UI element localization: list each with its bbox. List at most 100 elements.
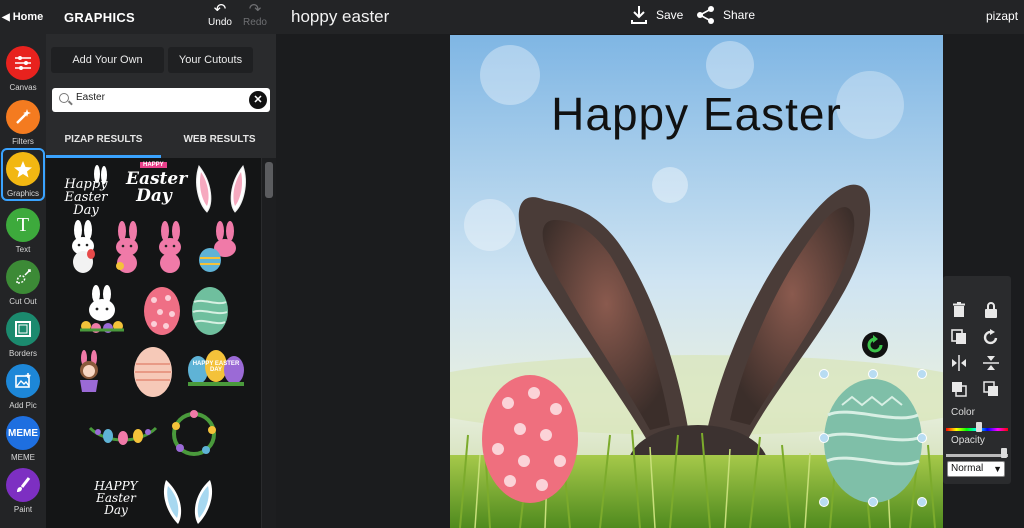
rail-item-filters[interactable]: Filters bbox=[2, 96, 44, 149]
blend-mode-select[interactable]: Normal ▼ bbox=[947, 461, 1005, 477]
download-icon bbox=[631, 6, 647, 24]
flip-vertical-icon[interactable] bbox=[982, 355, 1000, 373]
sticker-results-grid: Happy Easter Day HAPPY Easter Day HAPPY … bbox=[46, 158, 261, 528]
add-your-own-button[interactable]: Add Your Own bbox=[51, 47, 164, 73]
search-input[interactable] bbox=[76, 92, 236, 103]
search-icon bbox=[59, 93, 69, 103]
bunny-girl-icon[interactable] bbox=[74, 350, 104, 394]
bring-forward-icon[interactable] bbox=[950, 381, 968, 399]
sticker-happy-easter-day[interactable]: Happy Easter Day bbox=[58, 164, 114, 218]
tool-rail: Canvas Filters Graphics T Text Cut Out B… bbox=[0, 34, 46, 528]
pink-bunny-icon[interactable] bbox=[108, 220, 148, 274]
flip-horizontal-icon[interactable] bbox=[950, 355, 968, 373]
rotate-clockwise-icon[interactable] bbox=[982, 329, 1000, 347]
send-backward-icon[interactable] bbox=[982, 381, 1000, 399]
floral-garland-icon[interactable] bbox=[86, 414, 160, 450]
tab-pizap-results[interactable]: PIZAP RESULTS bbox=[46, 130, 161, 158]
home-button[interactable]: ◀ Home bbox=[0, 0, 46, 34]
green-egg-sticker-selected[interactable] bbox=[822, 375, 924, 503]
clear-search-icon[interactable]: ✕ bbox=[249, 91, 267, 109]
bunny-with-egg-icon[interactable] bbox=[194, 220, 242, 274]
bunny-ears-icon bbox=[196, 164, 246, 213]
sticker-text: Happy Easter Day bbox=[64, 177, 108, 218]
sticker-text: HAPPY EASTER DAY bbox=[192, 361, 240, 373]
paintbrush-icon bbox=[6, 468, 40, 502]
cut-out-icon bbox=[6, 260, 40, 294]
opacity-label: Opacity bbox=[951, 435, 985, 446]
your-cutouts-button[interactable]: Your Cutouts bbox=[168, 47, 253, 73]
sticker-happy-easter-day-script[interactable]: HAPPY Easter Day bbox=[86, 476, 146, 520]
share-label: Share bbox=[723, 8, 756, 22]
results-scrollbar[interactable] bbox=[262, 158, 276, 528]
rotate-handle-icon[interactable] bbox=[861, 331, 889, 359]
panel-title: GRAPHICS bbox=[64, 10, 136, 25]
share-icon bbox=[697, 6, 714, 24]
pink-bunny-icon[interactable] bbox=[151, 220, 191, 274]
rail-item-cut-out[interactable]: Cut Out bbox=[2, 256, 44, 309]
resize-handle[interactable] bbox=[917, 497, 927, 507]
green-striped-egg-icon bbox=[824, 379, 922, 503]
bunny-ears-icon[interactable] bbox=[158, 474, 218, 528]
pink-dotted-egg-sticker[interactable] bbox=[480, 369, 580, 503]
rail-item-graphics[interactable]: Graphics bbox=[1, 148, 45, 201]
opacity-slider-knob[interactable] bbox=[1001, 448, 1007, 458]
rail-item-borders[interactable]: Borders bbox=[2, 308, 44, 361]
sticker-bunny-ears[interactable] bbox=[191, 164, 251, 214]
canvas-heading-text[interactable]: Happy Easter bbox=[450, 87, 943, 141]
resize-handle[interactable] bbox=[868, 369, 878, 379]
resize-handle[interactable] bbox=[917, 369, 927, 379]
redo-button[interactable]: ↷ Redo bbox=[238, 2, 272, 28]
meme-icon: MEME bbox=[6, 416, 40, 450]
rail-label: Graphics bbox=[6, 189, 39, 198]
scrollbar-thumb[interactable] bbox=[265, 162, 273, 198]
bunny-sticker-icon[interactable] bbox=[64, 220, 104, 274]
rail-label: Text bbox=[15, 245, 31, 254]
green-striped-egg-icon[interactable] bbox=[190, 284, 230, 336]
undo-button[interactable]: ↶ Undo bbox=[203, 2, 237, 28]
chevron-down-icon: ▼ bbox=[993, 464, 1002, 474]
trash-icon[interactable] bbox=[950, 302, 968, 320]
sticker-happy-easter-eggs[interactable]: HAPPY EASTER DAY bbox=[184, 344, 248, 392]
rail-label: Filters bbox=[12, 137, 34, 146]
redo-label: Redo bbox=[243, 17, 267, 28]
sliders-icon bbox=[6, 46, 40, 80]
text-t-icon: T bbox=[6, 208, 40, 242]
rail-item-canvas[interactable]: Canvas bbox=[2, 42, 44, 95]
pink-dotted-egg-icon[interactable] bbox=[142, 284, 182, 336]
save-label: Save bbox=[656, 8, 684, 22]
search-box: ✕ bbox=[52, 88, 270, 112]
tab-web-results[interactable]: WEB RESULTS bbox=[163, 130, 276, 158]
resize-handle[interactable] bbox=[819, 433, 829, 443]
resize-handle[interactable] bbox=[917, 433, 927, 443]
design-canvas[interactable]: Happy Easter bbox=[450, 35, 943, 528]
lock-icon[interactable] bbox=[982, 302, 1000, 320]
add-picture-icon bbox=[6, 364, 40, 398]
color-slider-knob[interactable] bbox=[976, 422, 982, 432]
duplicate-icon[interactable] bbox=[950, 329, 968, 347]
resize-handle[interactable] bbox=[868, 497, 878, 507]
share-button[interactable]: Share bbox=[696, 5, 755, 25]
graphics-panel: Add Your Own Your Cutouts ✕ PIZAP RESULT… bbox=[46, 34, 276, 528]
resize-handle[interactable] bbox=[819, 369, 829, 379]
rail-item-paint[interactable]: Paint bbox=[2, 464, 44, 517]
blend-mode-value: Normal bbox=[951, 463, 984, 474]
save-button[interactable]: Save bbox=[630, 5, 683, 25]
project-title[interactable]: hoppy easter bbox=[291, 7, 389, 27]
brand-logo[interactable]: pizapt bbox=[986, 9, 1018, 23]
rail-label: Add Pic bbox=[9, 401, 37, 410]
opacity-slider[interactable] bbox=[946, 454, 1008, 457]
sticker-easter-day[interactable]: HAPPY Easter Day bbox=[126, 162, 188, 212]
rail-item-add-pic[interactable]: Add Pic bbox=[2, 360, 44, 413]
stars-icon bbox=[6, 152, 40, 186]
rail-item-meme[interactable]: MEME MEME bbox=[2, 412, 44, 465]
border-frame-icon bbox=[6, 312, 40, 346]
top-bar: ◀ Home GRAPHICS ↶ Undo ↷ Redo hoppy east… bbox=[0, 0, 1024, 34]
resize-handle[interactable] bbox=[819, 497, 829, 507]
peach-egg-icon[interactable] bbox=[132, 344, 174, 398]
rail-item-text[interactable]: T Text bbox=[2, 204, 44, 257]
selection-tools-panel: Color Opacity Normal ▼ bbox=[943, 276, 1011, 484]
bunny-flowers-icon[interactable] bbox=[76, 284, 128, 336]
rail-label: MEME bbox=[11, 453, 35, 462]
sticker-text: Easter Day bbox=[126, 169, 188, 206]
floral-wreath-icon[interactable] bbox=[168, 408, 220, 460]
